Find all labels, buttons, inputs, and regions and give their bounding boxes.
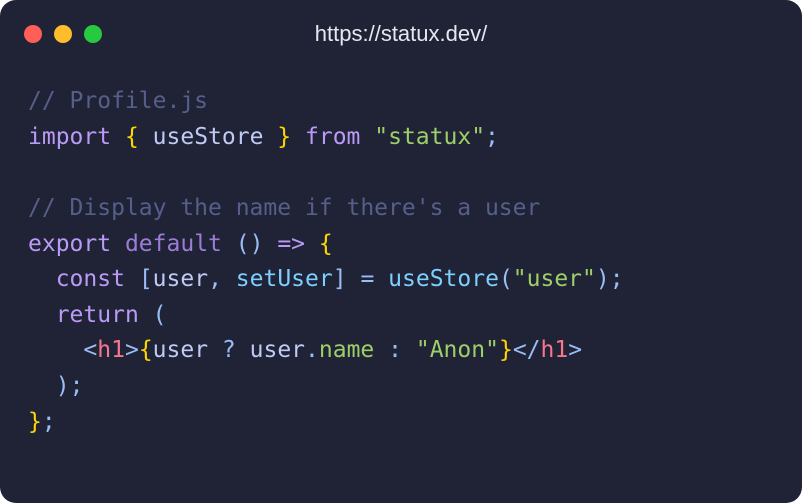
code-token: setUser: [236, 266, 333, 292]
code-token: ;: [42, 409, 56, 435]
window-title: https://statux.dev/: [0, 21, 802, 47]
traffic-lights: [24, 25, 102, 43]
code-line: // Profile.js: [28, 84, 774, 120]
code-token: [291, 124, 305, 150]
code-token: ;: [70, 373, 84, 399]
minimize-icon[interactable]: [54, 25, 72, 43]
code-line: [28, 155, 774, 191]
code-token: name: [319, 337, 374, 363]
code-block: // Profile.js import { useStore } from "s…: [0, 58, 802, 468]
code-token: ;: [485, 124, 499, 150]
code-token: (): [236, 231, 264, 257]
code-token: {: [319, 231, 333, 257]
code-token: const: [56, 266, 125, 292]
code-line: <h1>{user ? user.name : "Anon"}</h1>: [28, 333, 774, 369]
code-token: ): [56, 373, 70, 399]
code-token: return: [56, 302, 139, 328]
code-token: [28, 302, 56, 328]
code-token: "user": [513, 266, 596, 292]
code-token: }: [499, 337, 513, 363]
code-token: =>: [277, 231, 305, 257]
code-token: </: [513, 337, 541, 363]
code-token: [347, 266, 361, 292]
code-token: ,: [208, 266, 222, 292]
code-token: [305, 231, 319, 257]
code-token: useStore: [139, 124, 277, 150]
code-line: // Display the name if there's a user: [28, 191, 774, 227]
code-token: >: [568, 337, 582, 363]
code-token: [28, 373, 56, 399]
code-token: [: [139, 266, 153, 292]
code-token: {: [125, 124, 139, 150]
code-token: <: [83, 337, 97, 363]
code-token: [374, 266, 388, 292]
code-token: [111, 231, 125, 257]
code-token: [139, 302, 153, 328]
code-token: [263, 231, 277, 257]
code-token: (: [153, 302, 167, 328]
close-icon[interactable]: [24, 25, 42, 43]
code-line: import { useStore } from "statux";: [28, 120, 774, 156]
code-token: // Display the name if there's a user: [28, 195, 540, 221]
code-token: ;: [610, 266, 624, 292]
titlebar: https://statux.dev/: [0, 0, 802, 58]
code-token: ]: [333, 266, 347, 292]
code-token: }: [28, 409, 42, 435]
code-token: [28, 337, 83, 363]
code-token: useStore: [388, 266, 499, 292]
code-token: "Anon": [416, 337, 499, 363]
code-token: [360, 124, 374, 150]
code-token: h1: [541, 337, 569, 363]
code-token: [28, 266, 56, 292]
code-line: return (: [28, 298, 774, 334]
code-token: "statux": [374, 124, 485, 150]
code-token: default: [125, 231, 222, 257]
code-line: const [user, setUser] = useStore("user")…: [28, 262, 774, 298]
code-token: from: [305, 124, 360, 150]
editor-window: https://statux.dev/ // Profile.js import …: [0, 0, 802, 503]
code-line: export default () => {: [28, 227, 774, 263]
code-token: (: [499, 266, 513, 292]
code-token: import: [28, 124, 111, 150]
code-token: [222, 231, 236, 257]
code-token: >: [125, 337, 139, 363]
code-token: [222, 266, 236, 292]
code-token: =: [360, 266, 374, 292]
code-line: );: [28, 369, 774, 405]
maximize-icon[interactable]: [84, 25, 102, 43]
code-token: user: [153, 337, 222, 363]
code-token: }: [277, 124, 291, 150]
code-token: ?: [222, 337, 236, 363]
code-token: {: [139, 337, 153, 363]
code-token: export: [28, 231, 111, 257]
code-token: [111, 124, 125, 150]
code-token: [125, 266, 139, 292]
code-token: :: [388, 337, 402, 363]
code-token: [402, 337, 416, 363]
code-token: // Profile.js: [28, 88, 208, 114]
code-token: [374, 337, 388, 363]
code-token: h1: [97, 337, 125, 363]
code-token: user: [153, 266, 208, 292]
code-line: };: [28, 405, 774, 441]
code-token: ): [596, 266, 610, 292]
code-token: user: [236, 337, 305, 363]
code-token: .: [305, 337, 319, 363]
